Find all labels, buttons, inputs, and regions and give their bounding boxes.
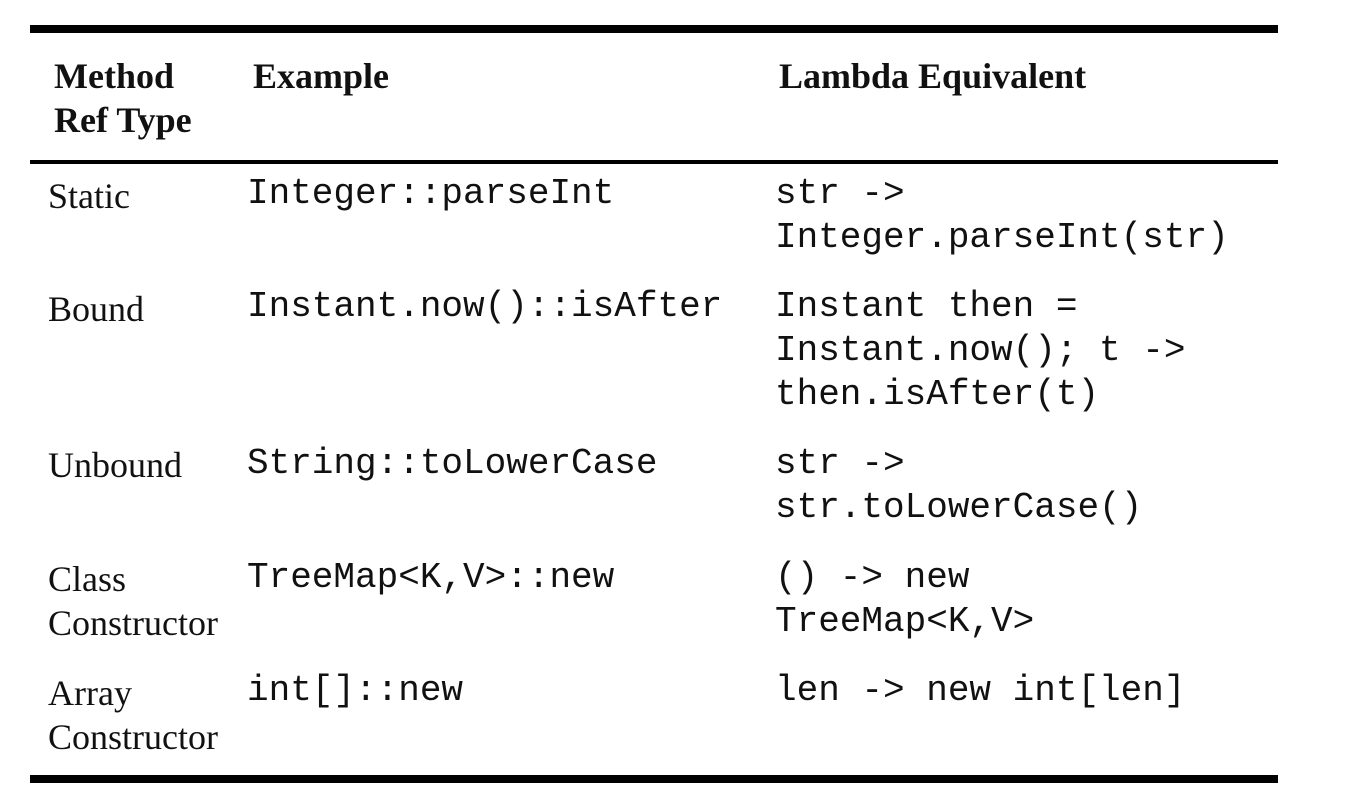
row-lambda-line: len -> new int[len] — [775, 670, 1186, 711]
row-lambda-line: str -> — [775, 173, 905, 214]
row-example-cell: int[]::new — [247, 670, 464, 711]
row-lambda-cell: str -> str.toLowerCase() — [775, 442, 1142, 530]
table-header-rule — [30, 160, 1278, 164]
row-lambda-cell: Instant then = Instant.now(); t -> then.… — [775, 285, 1185, 417]
row-lambda-cell: len -> new int[len] — [775, 669, 1185, 713]
row-type-line: Unbound — [48, 445, 182, 485]
row-type-cell: Bound — [48, 287, 144, 331]
row-example-cell: TreeMap<K,V>::new — [247, 557, 615, 598]
row-lambda-line: str.toLowerCase() — [775, 487, 1143, 528]
row-lambda-cell: () -> new TreeMap<K,V> — [775, 556, 1034, 644]
header-type-line-2: Ref Type — [54, 100, 192, 140]
row-example-cell: Instant.now()::isAfter — [247, 286, 723, 327]
row-type-line: Constructor — [48, 717, 218, 757]
header-method-ref-type: Method Ref Type — [54, 54, 192, 142]
row-lambda-line: then.isAfter(t) — [775, 374, 1100, 415]
row-lambda-line: () -> new — [775, 557, 970, 598]
row-type-cell: Array Constructor — [48, 671, 218, 759]
header-lambda-equivalent: Lambda Equivalent — [779, 56, 1087, 96]
row-type-cell: Unbound — [48, 443, 182, 487]
table-top-rule — [30, 25, 1278, 33]
row-lambda-line: Instant then = — [775, 286, 1078, 327]
row-lambda-cell: str -> Integer.parseInt(str) — [775, 172, 1229, 260]
row-type-cell: Class Constructor — [48, 557, 218, 645]
header-example: Example — [253, 56, 390, 96]
row-lambda-line: Integer.parseInt(str) — [775, 217, 1229, 258]
row-lambda-line: str -> — [775, 443, 905, 484]
row-lambda-line: Instant.now(); t -> — [775, 330, 1186, 371]
row-type-line: Static — [48, 176, 130, 216]
table-bottom-rule — [30, 775, 1278, 783]
row-type-line: Bound — [48, 289, 145, 329]
row-lambda-line: TreeMap<K,V> — [775, 601, 1035, 642]
row-example-cell: Integer::parseInt — [247, 173, 615, 214]
header-type-line-1: Method — [54, 56, 174, 96]
row-type-line: Array — [48, 673, 132, 713]
row-type-line: Constructor — [48, 603, 218, 643]
row-type-line: Class — [48, 559, 127, 599]
row-example-cell: String::toLowerCase — [247, 443, 658, 484]
row-type-cell: Static — [48, 174, 130, 218]
